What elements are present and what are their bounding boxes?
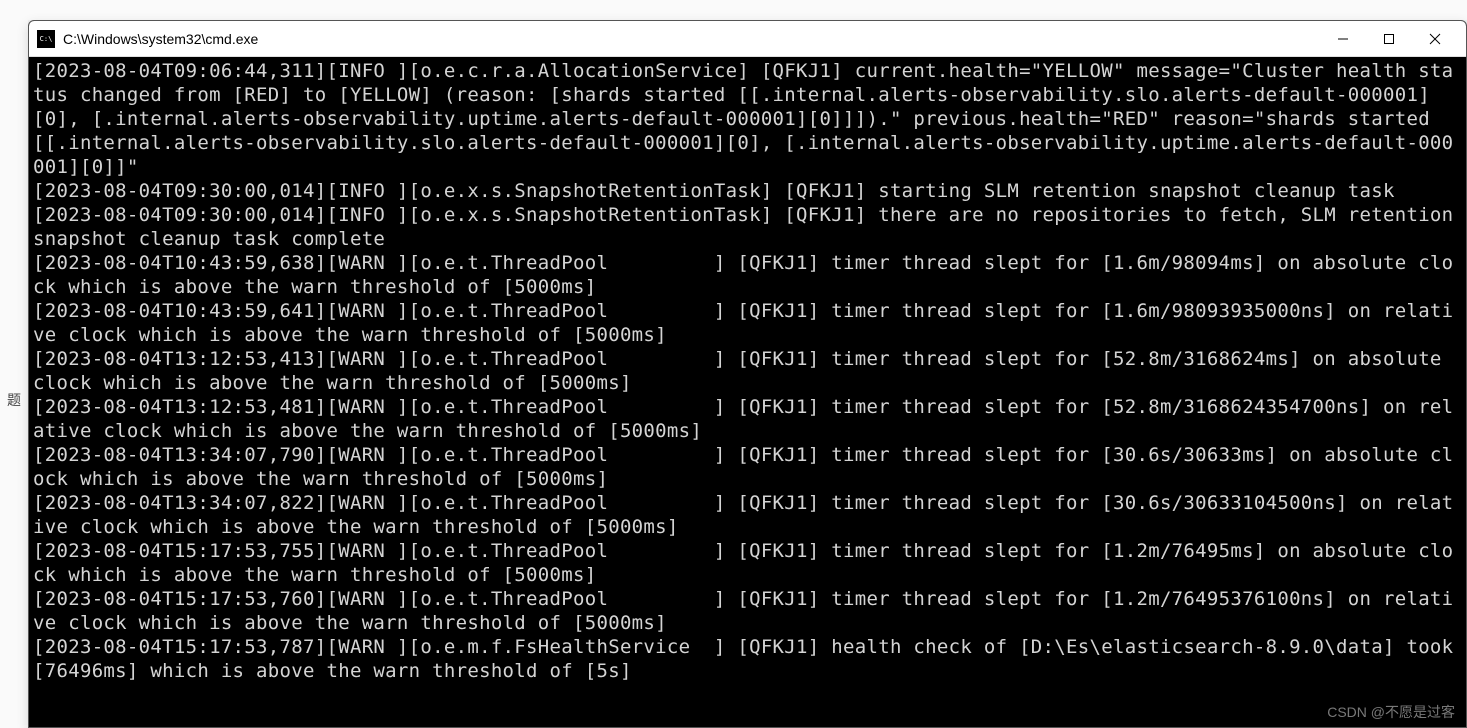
maximize-icon xyxy=(1383,33,1395,45)
window-controls xyxy=(1320,23,1458,55)
console-output[interactable]: [2023-08-04T09:06:44,311][INFO ][o.e.c.r… xyxy=(29,57,1466,727)
cmd-icon xyxy=(37,30,55,48)
minimize-icon xyxy=(1337,33,1349,45)
window-titlebar[interactable]: C:\Windows\system32\cmd.exe xyxy=(29,21,1466,57)
left-margin-area: 题 xyxy=(0,20,28,728)
cmd-window: C:\Windows\system32\cmd.exe [2023-08-04T… xyxy=(28,20,1467,728)
window-title: C:\Windows\system32\cmd.exe xyxy=(63,31,1320,47)
close-icon xyxy=(1429,33,1441,45)
maximize-button[interactable] xyxy=(1366,23,1412,55)
close-button[interactable] xyxy=(1412,23,1458,55)
left-margin-label: 题 xyxy=(7,390,21,410)
editor-toolbar-background xyxy=(0,0,1467,20)
minimize-button[interactable] xyxy=(1320,23,1366,55)
watermark-text: CSDN @不愿是过客 xyxy=(1327,702,1455,722)
